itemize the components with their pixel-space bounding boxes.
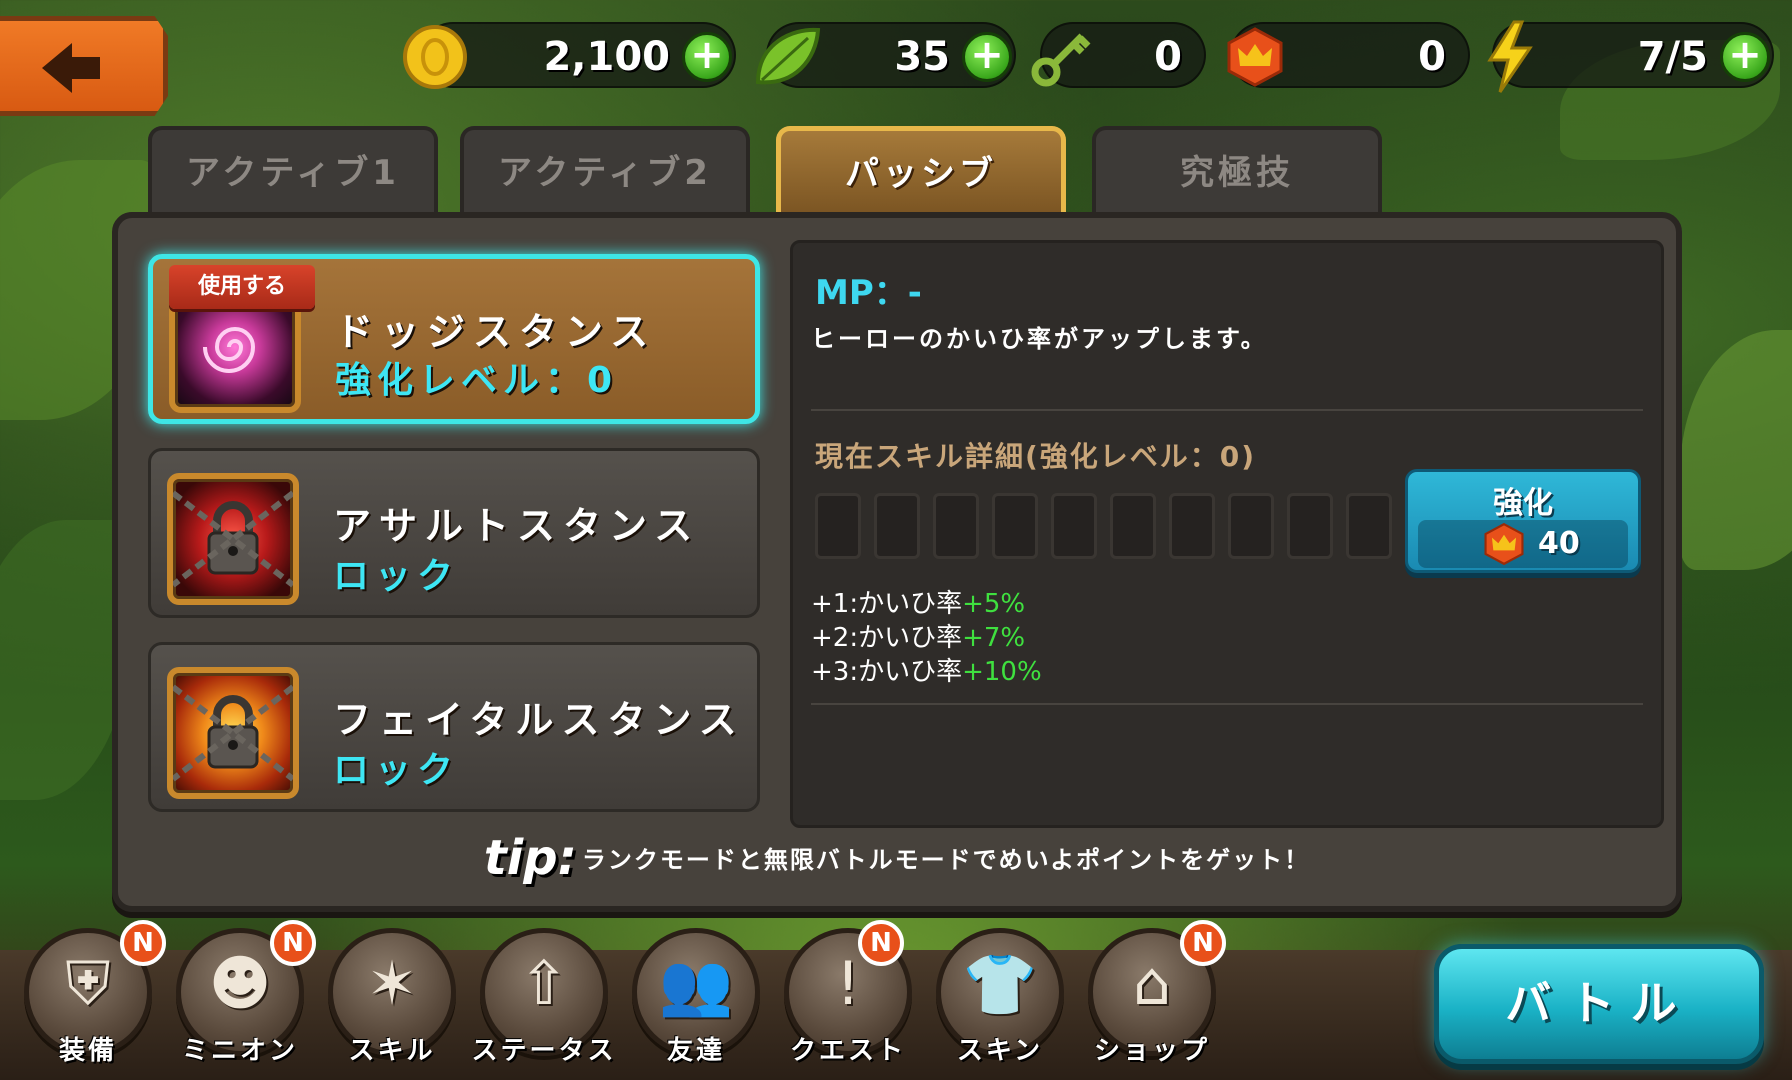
leaf-counter: 35 +	[755, 22, 1016, 88]
effect-row: +3:かいひ率+10%	[811, 657, 1042, 687]
tip-text: ランクモードと無限バトルモードでめいよポイントをゲット！	[581, 846, 1311, 874]
padlock-icon	[171, 684, 295, 782]
skill-card-fatal-stance[interactable]: フェイタルスタンス ロック	[148, 642, 760, 812]
shirt-icon: 👕	[962, 950, 1038, 1020]
key-counter: 0	[1031, 22, 1206, 88]
upgrade-slot	[1110, 493, 1156, 559]
skill-card-assault-stance[interactable]: アサルトスタンス ロック	[148, 448, 760, 618]
friends-icon: 👥	[658, 950, 734, 1020]
back-arrow-icon	[42, 43, 72, 93]
add-coin-button[interactable]: +	[682, 32, 732, 82]
upgrade-slot	[933, 493, 979, 559]
upgrade-slot	[1169, 493, 1215, 559]
skill-name: フェイタルスタンス	[333, 698, 745, 742]
add-energy-button[interactable]: +	[1720, 32, 1770, 82]
in-use-ribbon: 使用する	[169, 265, 315, 309]
energy-value: 7/5	[1637, 34, 1708, 80]
current-skill-detail-title: 現在スキル詳細(強化レベル：0)	[815, 440, 1257, 473]
leaf-value: 35	[894, 34, 950, 80]
skill-panel: 使用する ドッジスタンス 強化レベル：0 アサルトスタンス ロック フェイタルス…	[112, 212, 1682, 912]
tab-active-1[interactable]: アクティブ1	[148, 126, 438, 216]
nav-label: スキル	[348, 1036, 436, 1066]
divider	[811, 409, 1643, 411]
leaf-icon	[755, 27, 821, 85]
new-badge: N	[270, 920, 316, 966]
effect-row: +1:かいひ率+5%	[811, 589, 1026, 619]
add-leaf-button[interactable]: +	[962, 32, 1012, 82]
upgrade-slot	[815, 493, 861, 559]
mp-cost: MP：-	[815, 273, 922, 313]
coin-icon	[403, 25, 467, 89]
foliage-lower-left	[0, 520, 130, 800]
skill-detail-panel: MP：- ヒーローのかいひ率がアップします。 現在スキル詳細(強化レベル：0) …	[790, 240, 1664, 828]
effect-row: +2:かいひ率+7%	[811, 623, 1026, 653]
tab-passive[interactable]: パッシブ	[776, 126, 1066, 216]
coin-value: 2,100	[543, 34, 670, 80]
upgrade-cost: 40	[1538, 526, 1580, 561]
crown-icon	[1484, 522, 1524, 566]
key-icon	[1031, 33, 1091, 87]
locked-assault-icon	[167, 473, 299, 605]
nav-label: 装備	[58, 1036, 117, 1066]
crown-counter: 0	[1227, 22, 1470, 88]
locked-fatal-icon	[167, 667, 299, 799]
upgrade-slot	[874, 493, 920, 559]
new-badge: N	[858, 920, 904, 966]
effects-list: +1:かいひ率+5% +2:かいひ率+7% +3:かいひ率+10%	[811, 587, 1042, 689]
crown-icon	[1227, 27, 1283, 87]
upgrade-slot	[1346, 493, 1392, 559]
nav-label: ミニオン	[181, 1036, 298, 1066]
new-badge: N	[120, 920, 166, 966]
claw-icon: ✶	[366, 949, 418, 1019]
upgrade-slot	[1228, 493, 1274, 559]
divider	[811, 703, 1643, 705]
skill-card-dodge-stance[interactable]: 使用する ドッジスタンス 強化レベル：0	[148, 254, 760, 424]
upgrade-slot	[1287, 493, 1333, 559]
tip-line: tip: ランクモードと無限バトルモードでめいよポイントをゲット！	[118, 830, 1676, 886]
skill-level: 強化レベル：0	[335, 360, 619, 401]
foliage-right	[1680, 330, 1792, 570]
nav-label: ステータス	[471, 1036, 617, 1066]
crown-value: 0	[1418, 34, 1446, 80]
tab-ultimate[interactable]: 究極技	[1092, 126, 1382, 216]
skill-name: ドッジスタンス	[335, 310, 657, 354]
battle-button[interactable]: バトル	[1434, 944, 1764, 1064]
padlock-icon	[171, 490, 295, 588]
upgrade-button[interactable]: 強化 40	[1405, 469, 1641, 573]
skill-locked-label: ロック	[333, 556, 460, 597]
nav-label: 友達	[666, 1036, 725, 1066]
energy-counter: 7/5 +	[1487, 20, 1774, 93]
upgrade-slot	[1051, 493, 1097, 559]
upgrade-slot	[992, 493, 1038, 559]
status-up-icon: ⇧	[518, 949, 570, 1019]
nav-label: ショップ	[1093, 1036, 1210, 1066]
back-button[interactable]	[0, 16, 168, 116]
skill-name: アサルトスタンス	[333, 504, 701, 548]
tab-active-2[interactable]: アクティブ2	[460, 126, 750, 216]
skill-description: ヒーローのかいひ率がアップします。	[811, 325, 1268, 353]
upgrade-label: 強化	[1493, 486, 1553, 521]
skill-locked-label: ロック	[333, 750, 460, 791]
new-badge: N	[1180, 920, 1226, 966]
nav-label: スキン	[956, 1036, 1044, 1066]
key-value: 0	[1154, 34, 1182, 80]
tip-label: tip:	[483, 830, 577, 886]
lightning-icon	[1487, 20, 1533, 93]
nav-label: クエスト	[789, 1036, 906, 1066]
coin-counter: 2,100 +	[403, 22, 736, 89]
